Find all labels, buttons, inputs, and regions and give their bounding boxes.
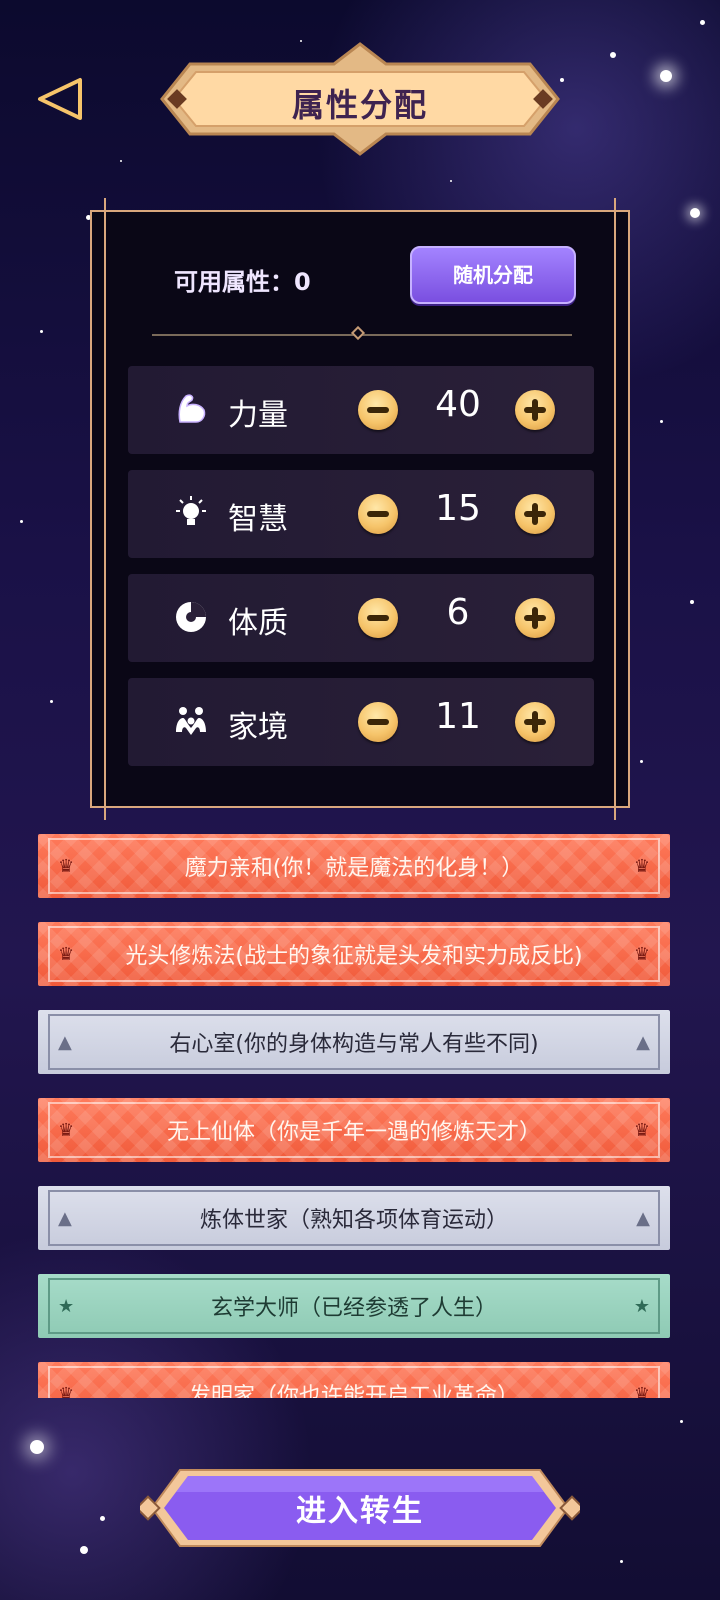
crown-icon: ♛ [633, 944, 650, 965]
talent-text: 无上仙体（你是千年一遇的修炼天才） [166, 1120, 541, 1145]
attribute-value: 11 [435, 696, 481, 737]
talent-text: 魔力亲和(你！就是魔法的化身！） [184, 856, 524, 881]
star-icon: ★ [633, 1296, 650, 1317]
family-icon [176, 707, 206, 735]
increase-constitution-button[interactable] [515, 598, 555, 638]
talent-text: 发明家（你也许能开启工业革命） [188, 1384, 519, 1398]
talent-item[interactable]: ♛ 魔力亲和(你！就是魔法的化身！） ♛ [38, 834, 670, 898]
attribute-row-constitution: 体质 6 [128, 574, 594, 662]
increase-wisdom-button[interactable] [515, 494, 555, 534]
random-allocate-button[interactable]: 随机分配 [410, 246, 576, 304]
triangle-icon: ▲ [636, 1208, 650, 1229]
enter-button-label: 进入转生 [296, 1494, 424, 1529]
increase-family-button[interactable] [515, 702, 555, 742]
page-title: 属性分配 [291, 86, 428, 124]
crown-icon: ♛ [633, 1384, 650, 1398]
crown-icon: ♛ [633, 856, 650, 877]
back-arrow-icon [38, 78, 82, 120]
attribute-row-strength: 力量 40 [128, 366, 594, 454]
attribute-row-wisdom: 智慧 15 [128, 470, 594, 558]
attribute-value: 40 [435, 384, 481, 425]
enter-reincarnation-button[interactable]: 进入转生 [140, 1466, 580, 1550]
attribute-label: 家境 [228, 710, 288, 745]
talent-text: 玄学大师（已经参透了人生） [210, 1296, 497, 1321]
attribute-value: 6 [446, 592, 470, 633]
back-button[interactable] [34, 76, 90, 122]
triangle-icon: ▲ [636, 1032, 650, 1053]
attribute-panel: 可用属性：0 随机分配 力量 40 智慧 15 体质 6 家境 11 [90, 198, 630, 820]
decrease-family-button[interactable] [358, 702, 398, 742]
lightbulb-icon [176, 496, 206, 525]
minus-icon [367, 407, 389, 413]
talent-text: 炼体世家（熟知各项体育运动） [199, 1208, 508, 1233]
title-banner: 属性分配 [150, 42, 570, 156]
talent-item[interactable]: ♛ 光头修炼法(战士的象征就是头发和实力成反比) ♛ [38, 922, 670, 986]
attribute-label: 智慧 [228, 502, 288, 537]
crown-icon: ♛ [633, 1120, 650, 1141]
attribute-row-family: 家境 11 [128, 678, 594, 766]
minus-icon [367, 719, 389, 725]
attribute-value: 15 [435, 488, 481, 529]
muscle-icon [178, 394, 206, 423]
talent-text: 右心室(你的身体构造与常人有些不同) [169, 1032, 539, 1057]
decrease-constitution-button[interactable] [358, 598, 398, 638]
attribute-label: 体质 [228, 606, 288, 641]
talent-item[interactable]: ♛ 发明家（你也许能开启工业革命） ♛ [38, 1362, 670, 1398]
available-points: 可用属性：0 [174, 268, 311, 296]
talent-item[interactable]: ★ 玄学大师（已经参透了人生） ★ [38, 1274, 670, 1338]
minus-icon [367, 615, 389, 621]
talent-item[interactable]: ▲ 炼体世家（熟知各项体育运动） ▲ [38, 1186, 670, 1250]
talent-item[interactable]: ♛ 无上仙体（你是千年一遇的修炼天才） ♛ [38, 1098, 670, 1162]
minus-icon [367, 511, 389, 517]
talent-item[interactable]: ▲ 右心室(你的身体构造与常人有些不同) ▲ [38, 1010, 670, 1074]
decrease-strength-button[interactable] [358, 390, 398, 430]
pie-chart-icon [176, 602, 206, 632]
talent-text: 光头修炼法(战士的象征就是头发和实力成反比) [125, 944, 583, 969]
attribute-label: 力量 [228, 398, 288, 433]
talent-list[interactable]: ♛ 魔力亲和(你！就是魔法的化身！） ♛ ♛ 光头修炼法(战士的象征就是头发和实… [0, 832, 720, 1398]
increase-strength-button[interactable] [515, 390, 555, 430]
divider-diamond-icon [350, 325, 366, 341]
decrease-wisdom-button[interactable] [358, 494, 398, 534]
